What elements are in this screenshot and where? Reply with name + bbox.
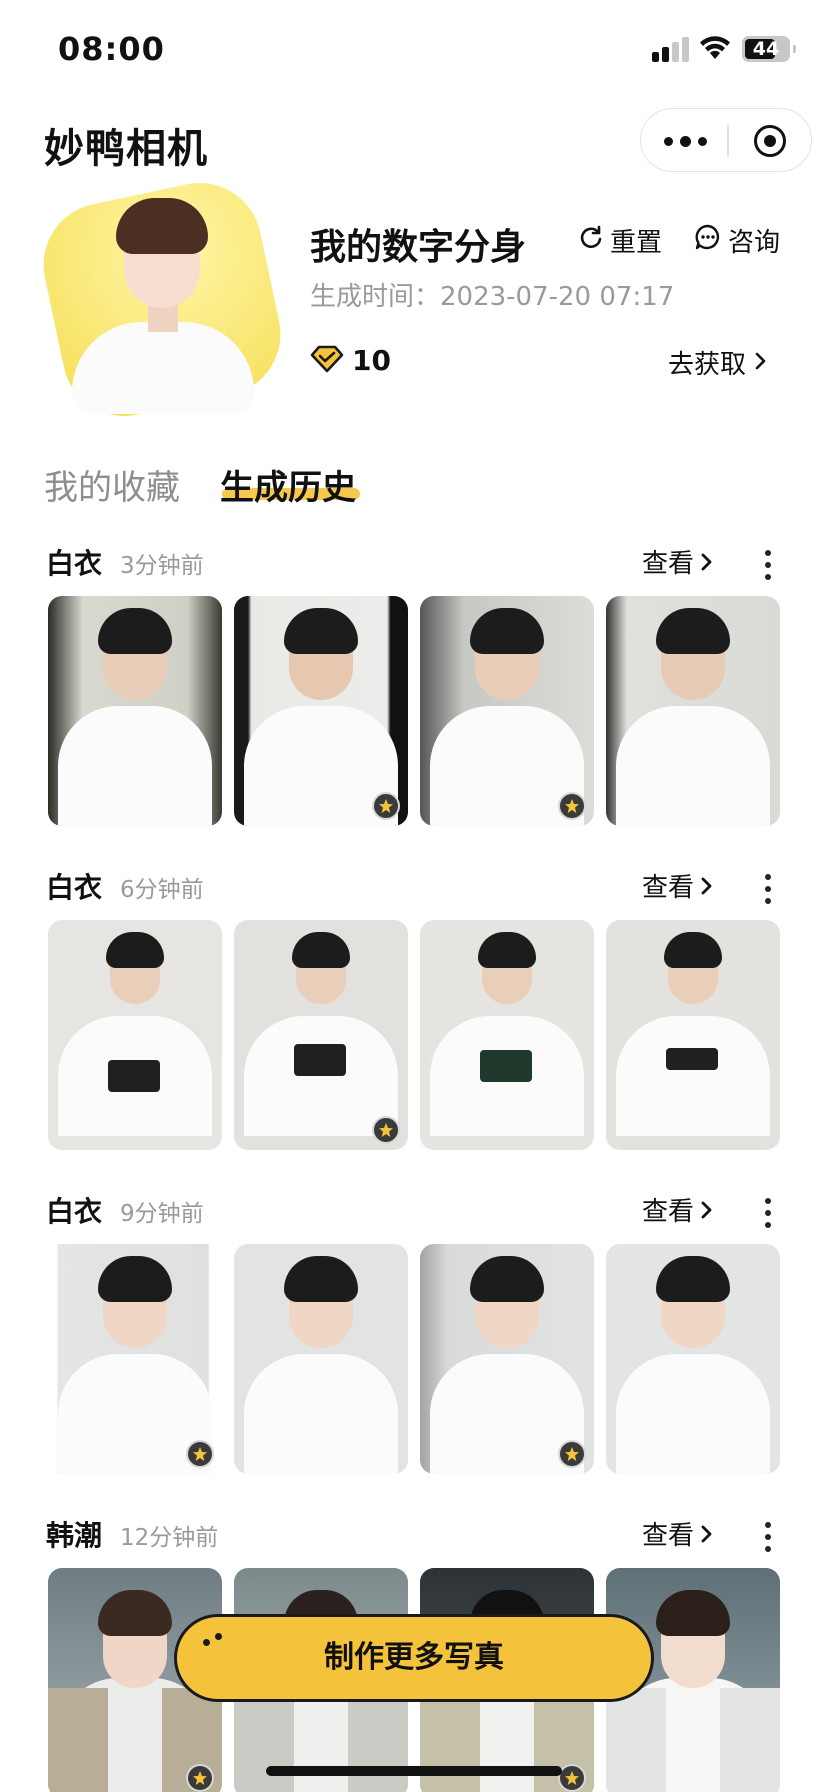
generated-time: 生成时间：2023-07-20 07:17 — [310, 282, 675, 312]
view-button[interactable]: 查看 — [642, 1192, 714, 1232]
app-title: 妙鸭相机 — [44, 126, 208, 172]
photo-thumbnail[interactable] — [234, 596, 408, 826]
chevron-right-icon — [700, 868, 714, 908]
photo-thumbnail[interactable] — [234, 920, 408, 1150]
vertical-dots-icon[interactable] — [760, 872, 776, 906]
gem-icon — [310, 345, 344, 377]
photo-thumbnail[interactable] — [606, 596, 780, 826]
chevron-right-icon — [700, 544, 714, 584]
group-style-name: 白衣 — [46, 1195, 103, 1228]
group-style-name: 韩潮 — [46, 1519, 103, 1552]
avatar — [32, 171, 292, 428]
view-label: 查看 — [642, 1521, 695, 1551]
star-badge-icon — [372, 792, 400, 820]
photo-row — [48, 1244, 780, 1474]
vertical-dots-icon[interactable] — [760, 548, 776, 582]
chat-icon — [694, 223, 722, 258]
history-group: 白衣 9分钟前 查看 — [0, 1192, 828, 1516]
chevron-right-icon — [700, 1192, 714, 1232]
group-style-name: 白衣 — [46, 871, 103, 904]
status-bar: 08:00 44 — [0, 0, 828, 100]
star-badge-icon — [558, 792, 586, 820]
photo-thumbnail[interactable] — [606, 920, 780, 1150]
battery-icon: 44 — [742, 36, 796, 62]
chevron-right-icon — [700, 1516, 714, 1556]
photo-row — [48, 596, 780, 826]
target-icon[interactable] — [727, 109, 813, 173]
get-more-label: 去获取 — [668, 350, 747, 380]
mini-program-capsule — [640, 108, 812, 172]
make-more-photos-button[interactable]: 制作更多写真 — [174, 1614, 654, 1702]
group-time: 9分钟前 — [120, 1201, 204, 1227]
view-button[interactable]: 查看 — [642, 868, 714, 908]
star-badge-icon — [186, 1440, 214, 1468]
star-badge-icon — [558, 1440, 586, 1468]
view-button[interactable]: 查看 — [642, 544, 714, 584]
status-time: 08:00 — [58, 30, 165, 68]
view-label: 查看 — [642, 1197, 695, 1227]
history-group: 白衣 3分钟前 查看 — [0, 544, 828, 868]
chevron-right-icon — [754, 348, 768, 378]
photo-thumbnail[interactable] — [606, 1244, 780, 1474]
consult-label: 咨询 — [728, 227, 781, 258]
refresh-icon — [578, 224, 604, 257]
group-time: 6分钟前 — [120, 877, 204, 903]
fab-label: 制作更多写真 — [324, 1640, 504, 1675]
consult-button[interactable]: 咨询 — [694, 222, 780, 258]
view-label: 查看 — [642, 873, 695, 903]
photo-thumbnail[interactable] — [48, 1244, 222, 1474]
photo-row — [48, 920, 780, 1150]
photo-thumbnail[interactable] — [48, 596, 222, 826]
vertical-dots-icon[interactable] — [760, 1196, 776, 1230]
photo-thumbnail[interactable] — [420, 920, 594, 1150]
reset-label: 重置 — [610, 227, 663, 258]
battery-level: 44 — [752, 38, 780, 60]
wifi-icon — [698, 34, 732, 64]
group-time: 12分钟前 — [120, 1525, 219, 1551]
photo-thumbnail[interactable] — [48, 920, 222, 1150]
group-time: 3分钟前 — [120, 553, 204, 579]
view-label: 查看 — [642, 549, 695, 579]
tab-favorites[interactable]: 我的收藏 — [44, 460, 180, 509]
photo-thumbnail[interactable] — [420, 1244, 594, 1474]
photo-thumbnail[interactable] — [420, 596, 594, 826]
photo-thumbnail[interactable] — [234, 1244, 408, 1474]
tab-history[interactable]: 生成历史 — [220, 460, 356, 509]
profile-name: 我的数字分身 — [310, 227, 527, 268]
view-button[interactable]: 查看 — [642, 1516, 714, 1556]
group-style-name: 白衣 — [46, 547, 103, 580]
star-badge-icon — [558, 1764, 586, 1792]
history-group: 白衣 6分钟前 查看 — [0, 868, 828, 1192]
signal-icon — [652, 37, 692, 62]
get-more-link[interactable]: 去获取 — [668, 344, 768, 381]
home-indicator — [266, 1766, 562, 1776]
more-dots-icon[interactable] — [641, 109, 727, 173]
star-badge-icon — [186, 1764, 214, 1792]
star-badge-icon — [372, 1116, 400, 1144]
reset-button[interactable]: 重置 — [578, 222, 662, 258]
vertical-dots-icon[interactable] — [760, 1520, 776, 1554]
gem-balance: 10 — [310, 344, 391, 377]
gem-count: 10 — [352, 344, 391, 377]
avatar-portrait — [44, 184, 284, 414]
